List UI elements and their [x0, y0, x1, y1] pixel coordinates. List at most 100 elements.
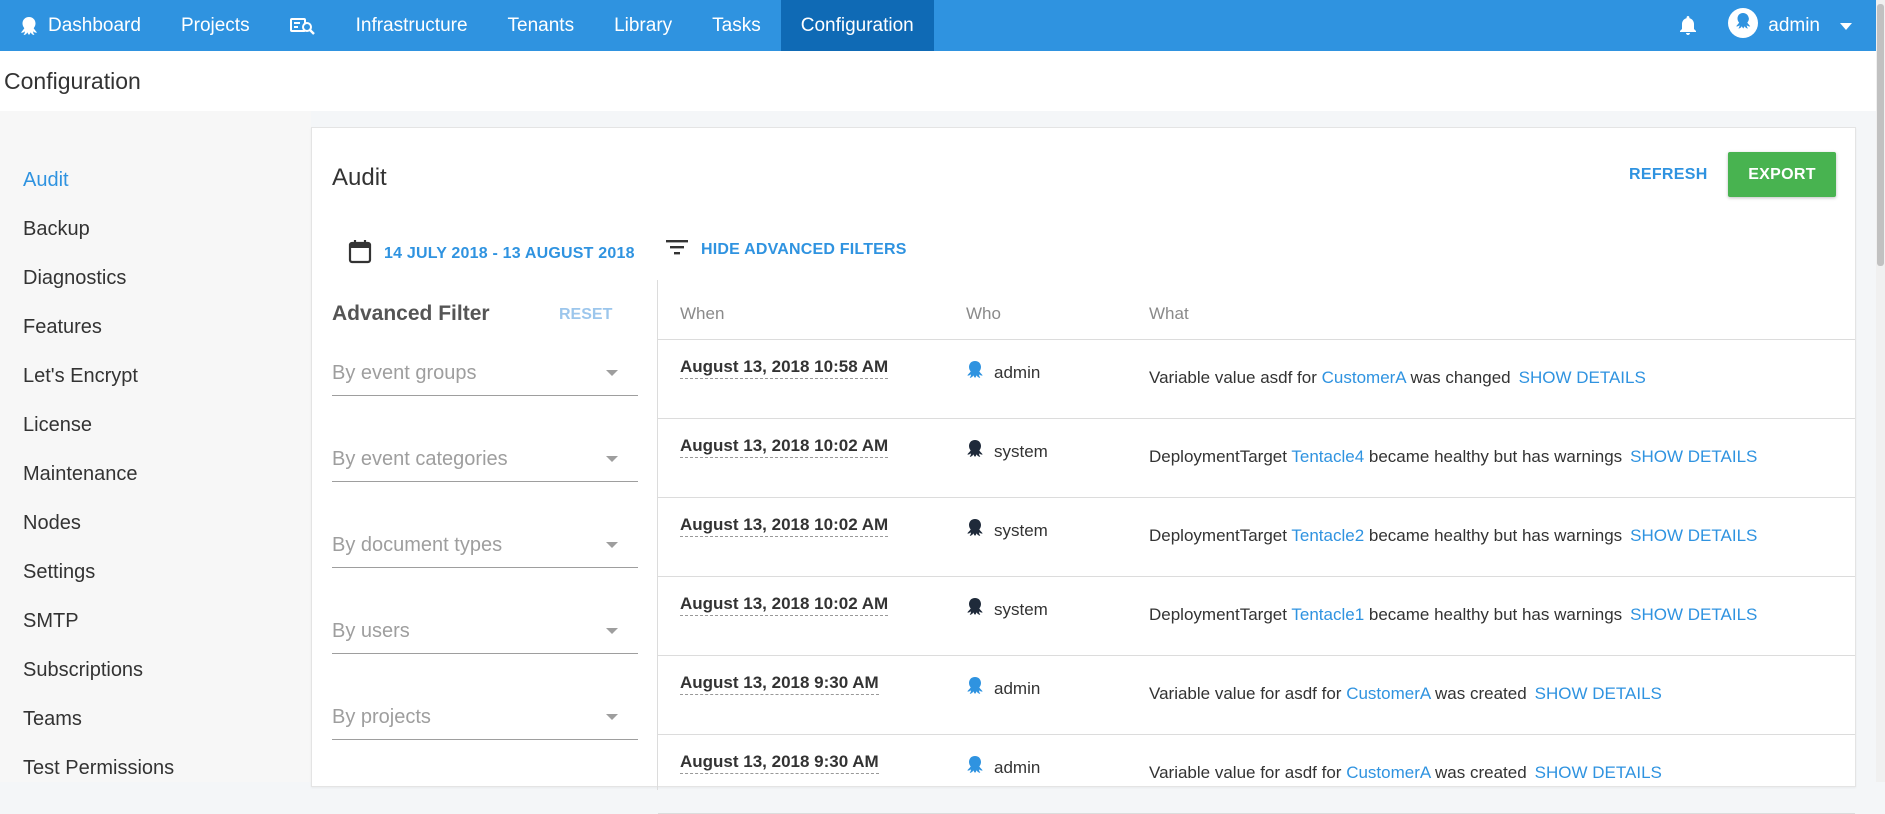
date-range-label: 14 JULY 2018 - 13 AUGUST 2018: [384, 244, 635, 262]
event-entity-link[interactable]: CustomerA: [1322, 368, 1406, 387]
nav-library[interactable]: Library: [594, 0, 692, 51]
event-categories-placeholder: By event categories: [332, 448, 508, 470]
event-entity-link[interactable]: CustomerA: [1346, 684, 1430, 703]
projects-placeholder: By projects: [332, 706, 431, 728]
event-text-post: was created: [1430, 763, 1527, 782]
sidebar-item-subscriptions[interactable]: Subscriptions: [0, 646, 311, 695]
admin-avatar-icon: [966, 676, 984, 701]
event-user: admin: [966, 676, 1040, 701]
sidebar-item-test-permissions[interactable]: Test Permissions: [0, 744, 311, 793]
event-description: DeploymentTarget Tentacle1 became health…: [1149, 605, 1757, 625]
nav-search[interactable]: [270, 0, 336, 51]
event-entity-link[interactable]: Tentacle1: [1291, 605, 1364, 624]
projects-select[interactable]: By projects: [332, 700, 638, 740]
event-entity-link[interactable]: Tentacle2: [1291, 526, 1364, 545]
event-time[interactable]: August 13, 2018 9:30 AM: [680, 752, 879, 774]
scrollbar-thumb[interactable]: [1877, 4, 1884, 266]
sidebar-item-license[interactable]: License: [0, 401, 311, 450]
bell-icon: [1679, 15, 1697, 37]
show-details-link[interactable]: SHOW DETAILS: [1630, 605, 1757, 624]
event-text-post: became healthy but has warnings: [1364, 526, 1623, 545]
event-text-pre: DeploymentTarget: [1149, 447, 1292, 466]
document-types-select[interactable]: By document types: [332, 528, 638, 568]
export-button[interactable]: EXPORT: [1728, 152, 1836, 197]
event-time[interactable]: August 13, 2018 10:02 AM: [680, 594, 889, 616]
top-navigation: Dashboard Projects Infrastructure Tenant…: [0, 0, 1876, 51]
event-text-pre: Variable value for asdf for: [1149, 763, 1347, 782]
hide-advanced-filters-button[interactable]: HIDE ADVANCED FILTERS: [665, 238, 907, 261]
nav-configuration[interactable]: Configuration: [780, 0, 934, 51]
notifications-button[interactable]: [1658, 0, 1718, 51]
event-categories-select[interactable]: By event categories: [332, 442, 638, 482]
nav-infrastructure[interactable]: Infrastructure: [336, 0, 488, 51]
page-scrollbar[interactable]: [1876, 0, 1885, 782]
show-details-link[interactable]: SHOW DETAILS: [1630, 526, 1757, 545]
sidebar-item-backup[interactable]: Backup: [0, 205, 311, 254]
event-text-post: was changed: [1405, 368, 1511, 387]
nav-projects[interactable]: Projects: [161, 0, 270, 51]
dropdown-caret-icon: [606, 370, 618, 376]
date-range-picker[interactable]: 14 JULY 2018 - 13 AUGUST 2018: [348, 238, 635, 269]
dropdown-caret-icon: [606, 628, 618, 634]
table-row: August 13, 2018 10:02 AM system Deployment…: [658, 577, 1855, 656]
event-user: system: [966, 597, 1048, 622]
event-user-name: system: [994, 441, 1048, 461]
nav-tasks[interactable]: Tasks: [692, 0, 781, 51]
event-user-name: admin: [994, 757, 1041, 777]
event-user-name: system: [994, 520, 1048, 540]
admin-avatar-icon: [966, 755, 984, 780]
sidebar-item-maintenance[interactable]: Maintenance: [0, 450, 311, 499]
advanced-filter-title: Advanced Filter: [332, 302, 490, 325]
event-description: DeploymentTarget Tentacle2 became health…: [1149, 526, 1757, 546]
show-details-link[interactable]: SHOW DETAILS: [1519, 368, 1646, 387]
refresh-button[interactable]: REFRESH: [1629, 166, 1708, 184]
event-entity-link[interactable]: CustomerA: [1346, 763, 1430, 782]
table-row: August 13, 2018 9:30 AM admin Variable val…: [658, 735, 1855, 814]
system-avatar-icon: [966, 439, 984, 464]
sidebar-item-lets-encrypt[interactable]: Let's Encrypt: [0, 352, 311, 401]
table-row: August 13, 2018 9:30 AM admin Variable val…: [658, 656, 1855, 735]
sidebar-item-nodes[interactable]: Nodes: [0, 499, 311, 548]
table-header: When Who What: [658, 280, 1855, 340]
page-header: Configuration: [0, 51, 1876, 111]
event-text-post: became healthy but has warnings: [1364, 605, 1623, 624]
show-details-link[interactable]: SHOW DETAILS: [1535, 684, 1662, 703]
sidebar-item-settings[interactable]: Settings: [0, 548, 311, 597]
nav-dashboard-label: Dashboard: [48, 14, 141, 36]
user-menu[interactable]: admin: [1718, 7, 1876, 44]
sidebar-item-smtp[interactable]: SMTP: [0, 597, 311, 646]
nav-dashboard[interactable]: Dashboard: [0, 0, 161, 51]
document-types-placeholder: By document types: [332, 534, 503, 556]
column-when: When: [680, 304, 725, 323]
event-text-pre: Variable value asdf for: [1149, 368, 1322, 387]
event-time[interactable]: August 13, 2018 10:02 AM: [680, 436, 889, 458]
event-user: system: [966, 439, 1048, 464]
event-user: system: [966, 518, 1048, 543]
system-avatar-icon: [966, 597, 984, 622]
admin-avatar-icon: [966, 360, 984, 385]
system-avatar-icon: [966, 518, 984, 543]
event-user-name: system: [994, 599, 1048, 619]
page-title: Configuration: [4, 68, 141, 94]
event-time[interactable]: August 13, 2018 9:30 AM: [680, 673, 879, 695]
event-groups-select[interactable]: By event groups: [332, 356, 638, 396]
nav-tenants[interactable]: Tenants: [488, 0, 595, 51]
show-details-link[interactable]: SHOW DETAILS: [1630, 447, 1757, 466]
sidebar-item-diagnostics[interactable]: Diagnostics: [0, 254, 311, 303]
event-groups-placeholder: By event groups: [332, 362, 477, 384]
event-entity-link[interactable]: Tentacle4: [1291, 447, 1364, 466]
sidebar-item-features[interactable]: Features: [0, 303, 311, 352]
sidebar-item-teams[interactable]: Teams: [0, 695, 311, 744]
show-details-link[interactable]: SHOW DETAILS: [1535, 763, 1662, 782]
reset-filters-button[interactable]: RESET: [559, 306, 612, 324]
audit-title: Audit: [332, 164, 387, 191]
users-placeholder: By users: [332, 620, 410, 642]
sidebar-item-audit[interactable]: Audit: [0, 156, 311, 205]
users-select[interactable]: By users: [332, 614, 638, 654]
event-time[interactable]: August 13, 2018 10:58 AM: [680, 357, 889, 379]
event-text-post: was created: [1430, 684, 1527, 703]
event-time[interactable]: August 13, 2018 10:02 AM: [680, 515, 889, 537]
event-user-name: admin: [994, 678, 1041, 698]
sidebar: Audit Backup Diagnostics Features Let's …: [0, 111, 311, 782]
event-user: admin: [966, 755, 1040, 780]
